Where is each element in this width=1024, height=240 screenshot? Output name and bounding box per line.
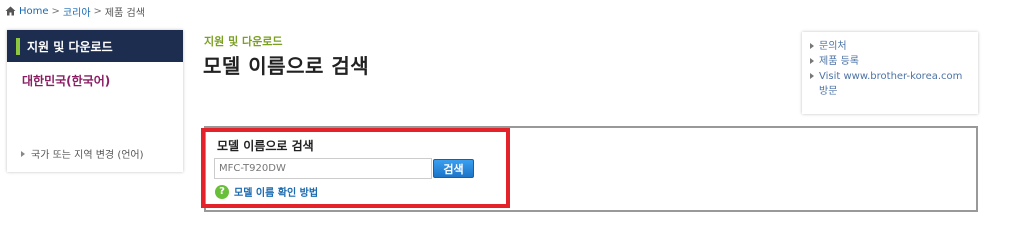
help-link-label: 모델 이름 확인 방법 — [234, 188, 319, 199]
breadcrumb-separator: > — [93, 5, 102, 17]
question-icon: ? — [215, 184, 229, 199]
breadcrumb: Home > 코리아 > 제품 검색 — [5, 3, 145, 19]
sidebar-header-label: 지원 및 다운로드 — [27, 39, 113, 54]
page-title: 모델 이름으로 검색 — [203, 54, 370, 78]
quick-link-label: Visit www.brother-korea.com 방문 — [819, 71, 963, 97]
quick-links: 문의처 제품 등록 Visit www.brother-korea.com 방문 — [802, 32, 978, 114]
sidebar-accent-bar — [16, 37, 20, 55]
quick-link-label: 문의처 — [819, 41, 847, 52]
model-search-panel: 모델 이름으로 검색 검색 ? 모델 이름 확인 방법 — [204, 126, 978, 212]
triangle-right-icon — [810, 43, 814, 49]
sidebar-header: 지원 및 다운로드 — [7, 30, 183, 62]
change-region-link[interactable]: 국가 또는 지역 변경 (언어) — [21, 146, 144, 161]
search-label: 모델 이름으로 검색 — [217, 139, 314, 153]
breadcrumb-current: 제품 검색 — [104, 7, 145, 19]
search-button[interactable]: 검색 — [433, 159, 474, 178]
model-name-help-link[interactable]: ? 모델 이름 확인 방법 — [215, 184, 318, 199]
sidebar-region: 대한민국(한국어) — [22, 74, 111, 88]
quick-link-visit-site[interactable]: Visit www.brother-korea.com 방문 — [810, 69, 978, 99]
triangle-right-icon — [810, 58, 814, 64]
breadcrumb-separator: > — [51, 5, 60, 17]
model-search-input[interactable] — [214, 158, 432, 179]
sidebar: 지원 및 다운로드 대한민국(한국어) 국가 또는 지역 변경 (언어) — [7, 30, 183, 172]
breadcrumb-korea-link[interactable]: 코리아 — [63, 4, 91, 19]
triangle-right-icon — [21, 150, 25, 157]
quick-link-register[interactable]: 제품 등록 — [810, 54, 978, 69]
triangle-right-icon — [810, 73, 814, 79]
change-region-label: 국가 또는 지역 변경 (언어) — [31, 150, 144, 161]
quick-link-contact[interactable]: 문의처 — [810, 39, 978, 54]
section-eyebrow: 지원 및 다운로드 — [204, 35, 283, 48]
breadcrumb-home-link[interactable]: Home — [19, 6, 49, 17]
quick-link-label: 제품 등록 — [819, 56, 859, 67]
home-icon[interactable] — [5, 6, 16, 16]
